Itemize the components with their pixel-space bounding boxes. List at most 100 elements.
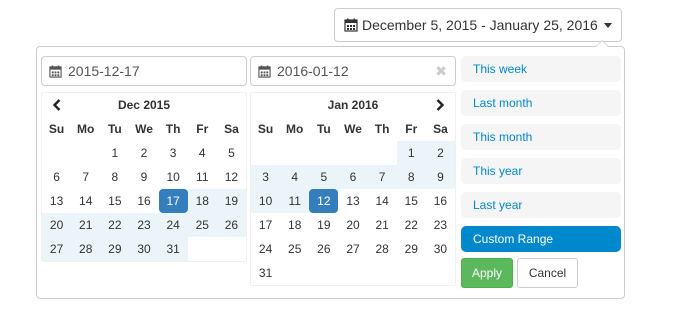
day-cell[interactable]: 16 (129, 189, 158, 213)
day-cell-in-range[interactable]: 27 (42, 237, 72, 261)
day-cell-in-range[interactable]: 1 (396, 141, 426, 165)
day-cell-in-range[interactable]: 26 (216, 213, 246, 237)
day-cell[interactable]: 7 (71, 165, 100, 189)
start-date-input[interactable] (68, 63, 238, 79)
calendar-icon (49, 64, 62, 78)
range-last-month[interactable]: Last month (461, 90, 621, 116)
day-cell-in-range[interactable]: 6 (338, 165, 368, 189)
day-cell-in-range[interactable]: 5 (309, 165, 339, 189)
day-cell[interactable]: 6 (42, 165, 71, 189)
range-this-year[interactable]: This year (461, 158, 621, 184)
day-cell[interactable]: 18 (280, 213, 309, 237)
day-cell-in-range[interactable]: 9 (425, 165, 455, 189)
day-cell-empty (309, 261, 338, 285)
start-date-field[interactable] (41, 56, 247, 86)
day-of-week: We (135, 122, 153, 136)
day-cell[interactable]: 15 (100, 189, 129, 213)
range-last-year[interactable]: Last year (461, 192, 621, 218)
day-cell-in-range[interactable]: 30 (129, 237, 159, 261)
day-cell-in-range[interactable]: 11 (280, 189, 310, 213)
date-range-trigger[interactable]: December 5, 2015 - January 25, 2016 (334, 8, 622, 42)
day-cell[interactable]: 20 (338, 213, 367, 237)
day-cell[interactable]: 5 (217, 141, 246, 165)
day-cell[interactable]: 31 (251, 261, 280, 285)
day-cell-in-range[interactable]: 22 (100, 213, 130, 237)
next-month-button[interactable] (425, 93, 455, 117)
day-cell[interactable]: 8 (100, 165, 129, 189)
day-cell-in-range[interactable]: 20 (42, 213, 72, 237)
day-cell-in-range[interactable]: 24 (158, 213, 188, 237)
day-of-week: Tu (316, 122, 331, 136)
day-cell[interactable]: 24 (251, 237, 280, 261)
day-cell[interactable]: 1 (100, 141, 129, 165)
day-cell[interactable]: 13 (42, 189, 71, 213)
calendar-icon (344, 18, 358, 32)
day-cell[interactable]: 16 (426, 189, 455, 213)
nav-spacer (251, 93, 281, 117)
day-cell[interactable]: 21 (368, 213, 397, 237)
range-this-week[interactable]: This week (461, 56, 621, 82)
day-cell[interactable]: 15 (397, 189, 426, 213)
day-cell[interactable]: 30 (426, 237, 455, 261)
day-cell[interactable]: 27 (338, 237, 367, 261)
day-cell[interactable]: 26 (309, 237, 338, 261)
left-calendar-header: Dec 2015 (42, 93, 246, 117)
prev-month-button[interactable] (42, 93, 72, 117)
day-cell[interactable]: 14 (71, 189, 100, 213)
day-cell[interactable]: 17 (251, 213, 280, 237)
day-cell-in-range[interactable]: 3 (251, 165, 281, 189)
day-cell[interactable]: 23 (426, 213, 455, 237)
day-cell[interactable]: 3 (159, 141, 188, 165)
day-cell[interactable]: 25 (280, 237, 309, 261)
range-custom[interactable]: Custom Range (461, 226, 621, 252)
day-cell[interactable]: 2 (129, 141, 158, 165)
day-cell-in-range[interactable]: 2 (425, 141, 455, 165)
caret-down-icon (603, 22, 612, 28)
day-cell-in-range[interactable]: 31 (158, 237, 188, 261)
day-cell-in-range[interactable]: 18 (187, 189, 217, 213)
date-range-text: December 5, 2015 - January 25, 2016 (362, 17, 598, 33)
end-date-field[interactable]: ✖ (250, 56, 456, 86)
week-row: 27 28 29 30 31 (42, 237, 246, 261)
day-cell-start-selected[interactable]: 17 (158, 189, 188, 213)
end-date-input[interactable] (277, 63, 432, 79)
left-calendar-grid: Dec 2015 Su Mo Tu We Th Fr Sa 1 2 3 4 5 (41, 92, 247, 262)
day-cell[interactable]: 13 (338, 189, 367, 213)
clear-icon[interactable]: ✖ (435, 63, 447, 80)
day-cell[interactable]: 12 (217, 165, 246, 189)
apply-button[interactable]: Apply (461, 258, 513, 288)
week-row: 3 4 5 6 7 8 9 (251, 165, 455, 189)
day-cell[interactable]: 14 (368, 189, 397, 213)
range-this-month[interactable]: This month (461, 124, 621, 150)
day-cell[interactable]: 11 (188, 165, 217, 189)
day-cell-in-range[interactable]: 19 (216, 189, 246, 213)
day-cell-in-range[interactable]: 10 (251, 189, 281, 213)
day-of-week: Th (374, 122, 390, 136)
day-cell-in-range[interactable]: 29 (100, 237, 130, 261)
day-cell-in-range[interactable]: 4 (280, 165, 310, 189)
day-cell[interactable]: 4 (188, 141, 217, 165)
day-cell[interactable]: 22 (397, 213, 426, 237)
day-cell[interactable]: 28 (368, 237, 397, 261)
chevron-right-icon (436, 99, 445, 111)
day-cell-in-range[interactable]: 7 (367, 165, 397, 189)
day-cell-in-range[interactable]: 8 (396, 165, 426, 189)
right-month-title: Jan 2016 (327, 98, 379, 112)
day-cell-empty (42, 141, 71, 165)
day-cell-in-range[interactable]: 23 (129, 213, 159, 237)
day-cell-end-selected[interactable]: 12 (309, 189, 339, 213)
cancel-button[interactable]: Cancel (517, 258, 578, 288)
action-buttons: Apply Cancel (461, 258, 621, 288)
day-cell-empty (188, 237, 217, 261)
day-cell[interactable]: 10 (159, 165, 188, 189)
day-cell-in-range[interactable]: 28 (71, 237, 101, 261)
day-cell-in-range[interactable]: 25 (187, 213, 217, 237)
day-cell-in-range[interactable]: 21 (71, 213, 101, 237)
day-cell[interactable]: 19 (309, 213, 338, 237)
dow-row: Su Mo Tu We Th Fr Sa (251, 117, 455, 141)
day-cell[interactable]: 29 (397, 237, 426, 261)
left-month-title: Dec 2015 (117, 98, 171, 112)
day-cell-empty (217, 237, 246, 261)
calendar-icon (258, 64, 271, 78)
day-cell[interactable]: 9 (129, 165, 158, 189)
